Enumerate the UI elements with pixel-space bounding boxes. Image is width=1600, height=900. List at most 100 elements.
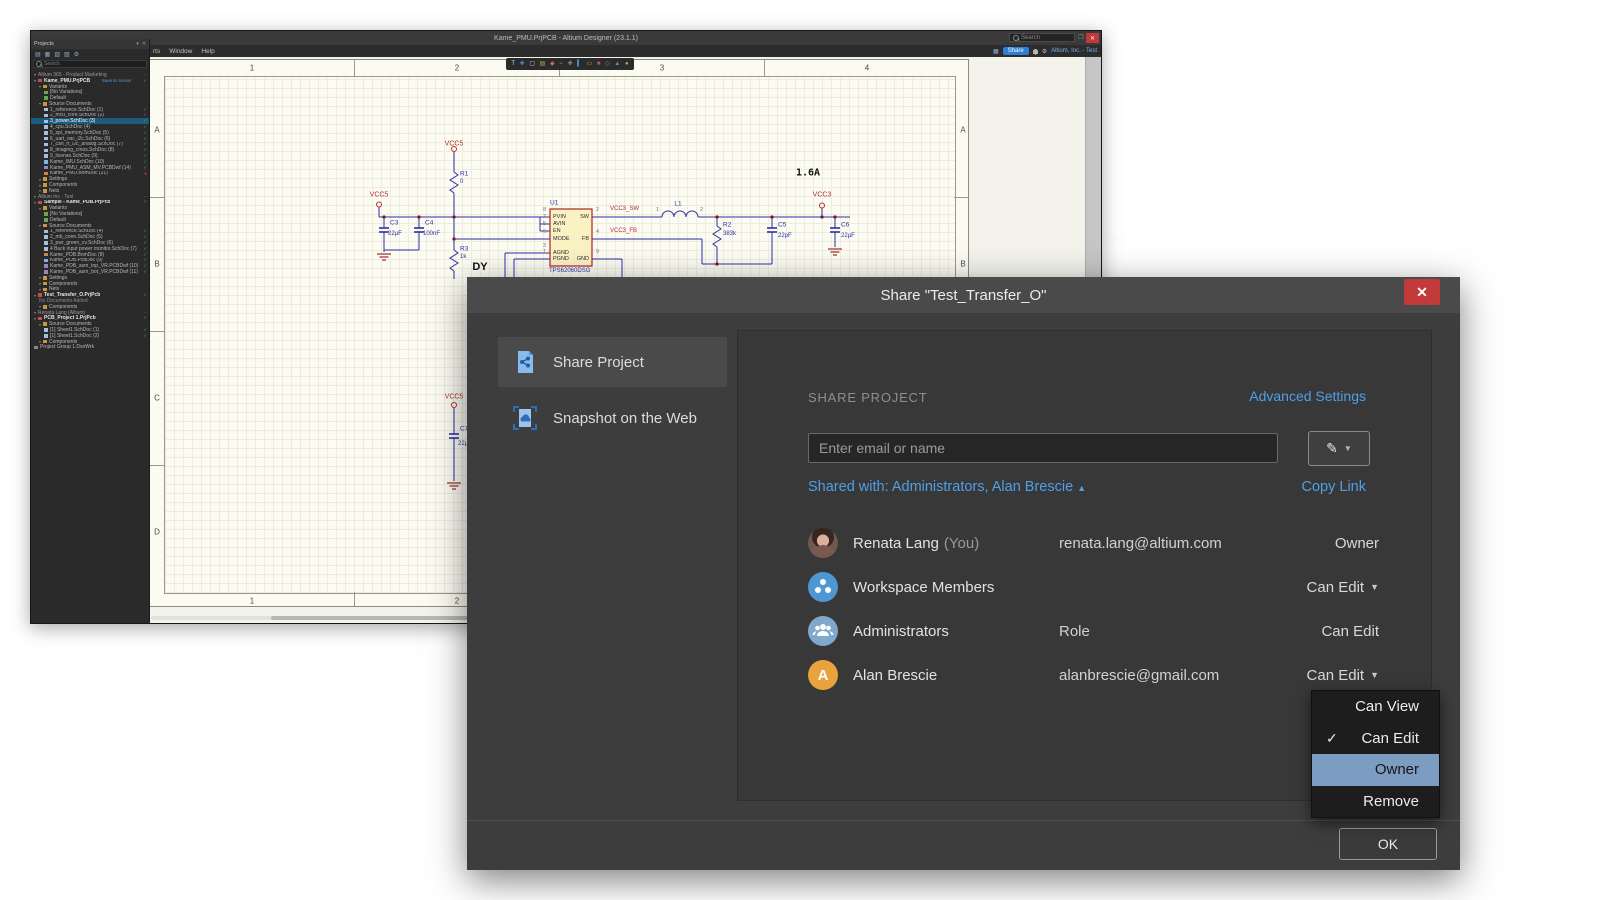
project-icon — [38, 293, 42, 297]
activebar-tool-icon[interactable]: ▲ — [614, 61, 620, 67]
activebar-tool-icon[interactable]: ◆ — [550, 61, 555, 67]
nav-item-label: Share Project — [553, 354, 644, 371]
doc-icon — [44, 120, 48, 124]
folder-icon — [43, 340, 47, 344]
activebar-tool-icon[interactable]: ✛ — [568, 61, 573, 67]
activebar-tool-icon[interactable]: ▤ — [540, 61, 546, 67]
photo-avatar — [808, 528, 838, 558]
panel-tool-icon[interactable]: ▦ — [45, 51, 51, 58]
panel-close-icon[interactable]: ✕ — [142, 41, 146, 47]
gear-icon[interactable]: ⚙ — [1042, 48, 1047, 55]
user-email: renata.lang@altium.com — [1059, 521, 1222, 565]
synced-check-icon: ✓ — [141, 315, 147, 321]
app-search-input[interactable]: Search — [1009, 33, 1075, 42]
restore-icon[interactable]: ❐ — [1077, 34, 1085, 42]
shared-with-label: Shared with: Administrators, Alan Bresci… — [808, 479, 1073, 495]
menu-item-can-edit[interactable]: ✓Can Edit — [1312, 723, 1439, 755]
email-input[interactable] — [808, 433, 1278, 463]
folder-icon — [43, 177, 47, 181]
user-name: Renata Lang(You) — [853, 521, 979, 565]
activebar-tool-icon[interactable]: ▭ — [587, 61, 593, 67]
folder-icon — [43, 85, 47, 89]
nav-item-share-project[interactable]: Share Project — [498, 337, 727, 387]
panel-tool-icon[interactable]: ▤ — [35, 51, 41, 58]
folder-icon — [43, 288, 47, 292]
dialog-close-button[interactable]: ✕ — [1404, 279, 1440, 305]
menu-item-rts[interactable]: rts — [153, 48, 160, 55]
workspace-label[interactable]: Altium, Inc. - Test — [1051, 48, 1097, 54]
projects-search-input[interactable]: Search — [33, 60, 147, 68]
collapse-icon: ▲ — [1077, 483, 1086, 493]
activebar-tool-icon[interactable]: ■ — [597, 61, 601, 67]
panel-menu-icon[interactable]: ▾ — [136, 41, 139, 47]
permission-dropdown[interactable]: Owner — [1335, 521, 1379, 565]
activebar-tool-icon[interactable]: ✚ — [520, 61, 525, 67]
pencil-icon: ✎ — [1326, 440, 1338, 457]
project-tree: ▾Altium 365 - Product Marketing⋯▾Kame_PM… — [31, 72, 149, 623]
doc-icon — [44, 149, 48, 153]
app-titlebar[interactable]: Kame_PMU.PrjPCB - Altium Designer (23.1.… — [31, 31, 1101, 45]
permission-mode-button[interactable]: ✎ ▼ — [1308, 431, 1370, 466]
doc-icon — [44, 125, 48, 129]
folder-icon — [43, 224, 47, 228]
permission-dropdown[interactable]: Can Edit▼ — [1307, 565, 1379, 609]
dwf-icon — [44, 270, 48, 274]
menu-item-help[interactable]: Help — [201, 48, 214, 55]
chevron-down-icon: ▼ — [1370, 582, 1379, 592]
activebar-tool-icon[interactable]: ◇ — [605, 61, 610, 67]
activebar-tool-icon[interactable]: ▍ — [577, 61, 582, 67]
grid-icon[interactable]: ▦ — [993, 48, 999, 55]
advanced-settings-link[interactable]: Advanced Settings — [1249, 388, 1366, 404]
bell-icon[interactable] — [1033, 49, 1038, 54]
shared-with-toggle[interactable]: Shared with: Administrators, Alan Bresci… — [808, 479, 1086, 495]
panel-tool-icon[interactable]: ▨ — [64, 51, 70, 58]
app-close-button[interactable]: ✕ — [1086, 33, 1099, 43]
active-bar[interactable]: T ✚ ▢ ▤ ◆ ⌁ ✛ ▍ ▭ ■ ◇ ▲ ● — [506, 58, 634, 70]
activebar-tool-icon[interactable]: ⌁ — [559, 61, 563, 67]
permission-label: Can Edit — [1307, 667, 1365, 684]
synced-check-icon: ✓ — [141, 200, 147, 206]
modified-dot-icon: ● — [142, 171, 147, 176]
folder-icon — [43, 276, 47, 280]
save-to-server-link[interactable]: Save to Server — [100, 78, 132, 83]
app-share-button[interactable]: Share — [1003, 47, 1029, 55]
panel-tool-icon[interactable]: ▧ — [54, 51, 60, 58]
menu-item-owner[interactable]: Owner — [1312, 754, 1439, 786]
permission-label: Can Edit — [1321, 623, 1379, 640]
activebar-tool-icon[interactable]: T — [511, 61, 515, 67]
activebar-tool-icon[interactable]: ▢ — [529, 61, 535, 67]
projects-panel-title: Projects — [34, 41, 54, 47]
chevron-down-icon: ▼ — [1344, 444, 1352, 453]
panel-tool-icon[interactable]: ⚙ — [74, 51, 79, 58]
doc-icon — [44, 328, 48, 332]
permission-menu: Can View✓Can EditOwnerRemove — [1311, 690, 1440, 818]
folder-icon — [43, 305, 47, 309]
tree-item[interactable]: Project Group 1.DsnWrk — [31, 344, 149, 350]
user-row: Renata Lang(You) renata.lang@altium.com Ow… — [808, 521, 1379, 565]
projects-search-placeholder: Search — [44, 61, 60, 67]
activebar-tool-icon[interactable]: ● — [625, 61, 629, 67]
doc-icon — [44, 131, 48, 135]
folder-icon — [43, 189, 47, 193]
doc-icon — [44, 235, 48, 239]
doc-icon — [44, 154, 48, 158]
menu-item-remove[interactable]: Remove — [1312, 786, 1439, 818]
doc-icon — [44, 241, 48, 245]
menu-item-can-view[interactable]: Can View — [1312, 691, 1439, 723]
doc-icon — [44, 230, 48, 234]
doc-icon — [44, 247, 48, 251]
ok-button[interactable]: OK — [1339, 828, 1437, 860]
projects-panel-header[interactable]: Projects ▾✕ — [31, 39, 149, 49]
menu-bar-items: rts Window Help — [153, 45, 215, 57]
user-list: Renata Lang(You) renata.lang@altium.com Ow… — [808, 521, 1379, 697]
menu-item-window[interactable]: Window — [169, 48, 192, 55]
dialog-titlebar[interactable]: Share "Test_Transfer_O" ✕ — [467, 277, 1460, 313]
pcb-icon — [44, 259, 48, 263]
variant-icon — [44, 91, 48, 95]
pcb-icon — [44, 160, 48, 164]
permission-dropdown[interactable]: Can Edit — [1321, 609, 1379, 653]
workspace-avatar — [808, 572, 838, 602]
nav-item-snapshot-on-the-web[interactable]: Snapshot on the Web — [498, 393, 727, 443]
copy-link-button[interactable]: Copy Link — [1302, 479, 1366, 495]
doc-icon — [44, 114, 48, 118]
